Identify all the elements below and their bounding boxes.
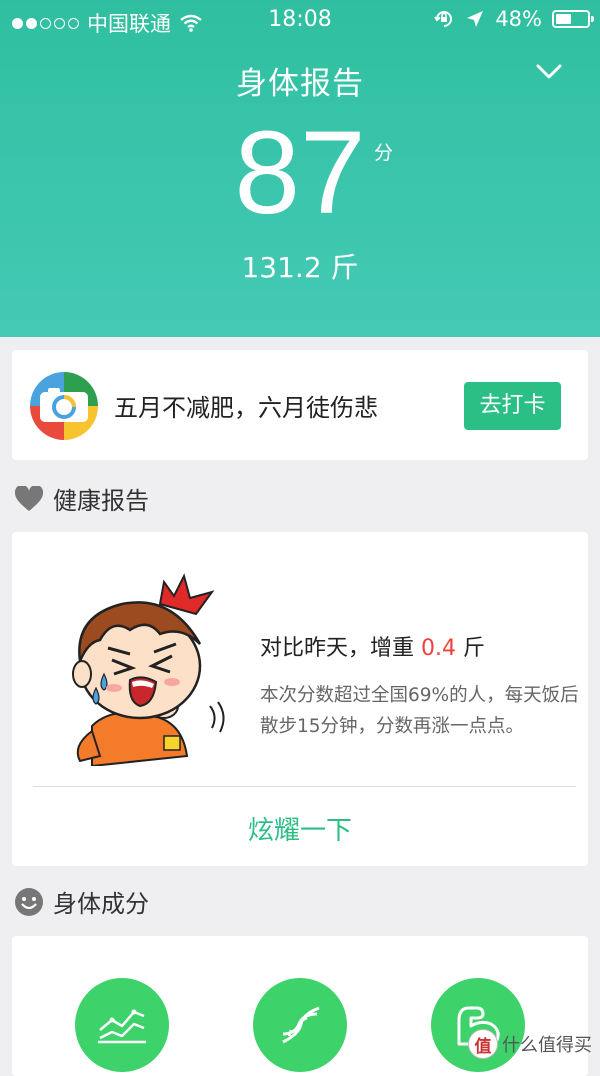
body-composition-title: 身体成分 [53,890,149,918]
camera-app-icon [30,372,98,440]
weight-compare-text: 对比昨天，增重 0.4 斤 [260,630,485,662]
chevron-down-icon[interactable] [536,64,562,80]
promo-text: 五月不减肥，六月徒伤悲 [114,394,378,422]
watermark: 值 什么值得买 [468,1029,592,1059]
health-report-title: 健康报告 [53,487,149,515]
dna-metric-button[interactable] [253,978,347,1072]
share-button[interactable]: 炫耀一下 [12,810,588,847]
body-composition-heading: 身体成分 [14,884,149,919]
watermark-text: 什么值得买 [502,1035,592,1056]
report-description: 本次分数超过全国69%的人，每天饭后散步15分钟，分数再涨一点点。 [260,685,579,737]
status-right: 48% [433,7,594,31]
score-value: 87 [234,107,366,239]
weight-value: 131.2 斤 [241,251,359,284]
trend-chart-icon [98,1009,146,1044]
score-unit: 分 [374,142,394,164]
compare-prefix: 对比昨天，增重 [260,636,415,661]
heart-icon [14,485,44,511]
checkin-button[interactable]: 去打卡 [464,382,561,430]
crying-boy-illustration [72,573,225,766]
checkin-promo-card: 五月不减肥，六月徒伤悲 去打卡 [12,350,588,460]
status-bar: 中国联通 18:08 48% [0,0,600,40]
divider [33,786,576,787]
battery-icon [552,10,594,28]
health-report-card: 对比昨天，增重 0.4 斤 本次分数超过全国69%的人，每天饭后散步15分钟，分… [12,532,588,866]
trend-metric-button[interactable] [75,978,169,1072]
location-arrow-icon [467,11,484,27]
report-header: 中国联通 18:08 48% 身体报告 87 分 131.2 斤 [0,0,600,337]
health-report-heading: 健康报告 [14,481,149,516]
dna-icon [282,1006,320,1044]
watermark-badge: 值 [468,1029,498,1059]
smiley-icon [15,887,43,916]
battery-percent: 48% [495,7,542,31]
page-title: 身体报告 [236,66,364,102]
weight-delta: 0.4 [421,636,457,661]
rotation-lock-icon [434,11,453,27]
score-block: 87 分 [0,108,600,238]
compare-unit: 斤 [463,636,486,661]
